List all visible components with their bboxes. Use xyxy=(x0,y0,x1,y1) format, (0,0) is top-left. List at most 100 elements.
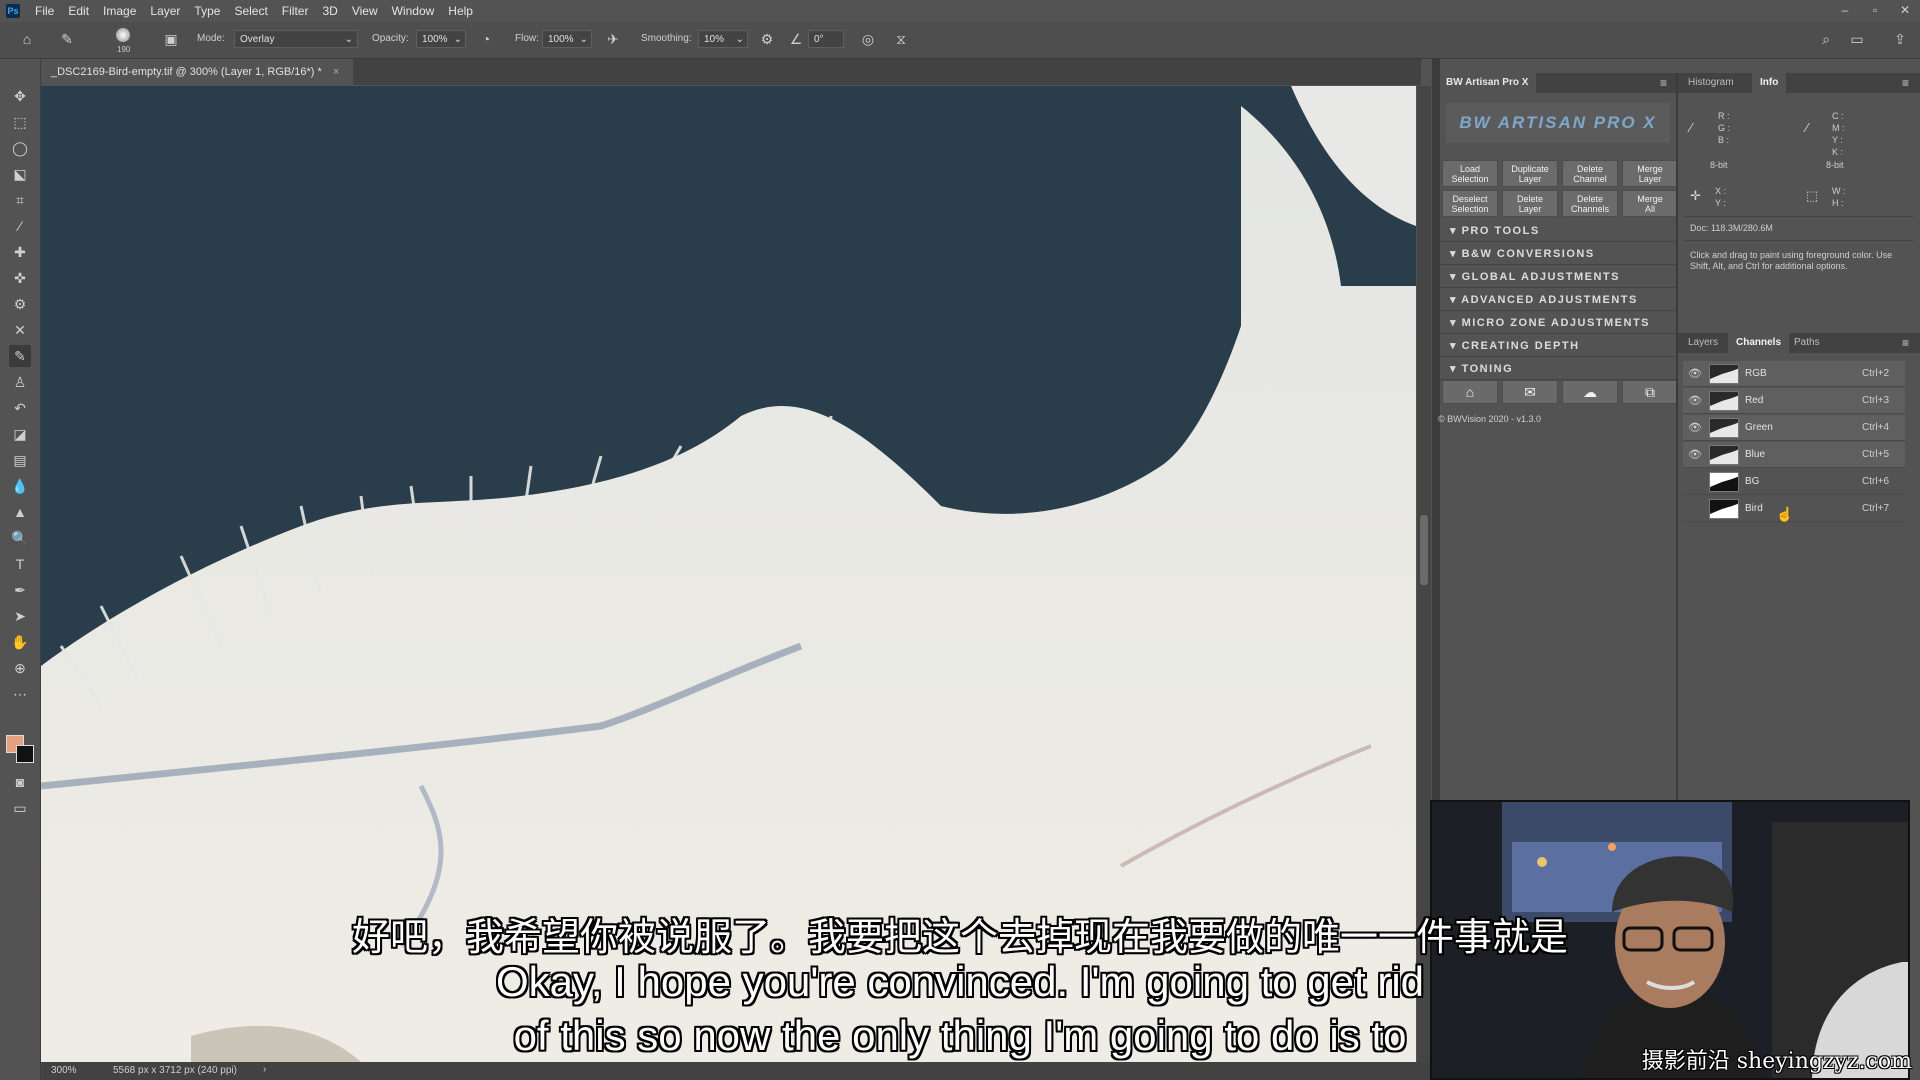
close-tab-icon[interactable]: × xyxy=(333,66,339,78)
close-button[interactable]: ✕ xyxy=(1890,0,1920,21)
screen-mode-icon[interactable]: ▭ xyxy=(9,797,31,819)
gradient-tool-icon[interactable]: ▤ xyxy=(9,449,31,471)
channel-row-bg[interactable]: BG Ctrl+6 xyxy=(1683,469,1905,495)
delete-channels-button[interactable]: Delete Channels xyxy=(1562,190,1618,217)
menu-window[interactable]: Window xyxy=(385,4,442,18)
menu-filter[interactable]: Filter xyxy=(275,4,316,18)
menu-help[interactable]: Help xyxy=(441,4,480,18)
brush-preset-icon[interactable]: ✎ xyxy=(58,30,76,48)
blur-tool-icon[interactable]: 💧 xyxy=(9,475,31,497)
spot-healing-tool-icon[interactable]: ✚ xyxy=(9,241,31,263)
airbrush-icon[interactable]: ✈ xyxy=(604,30,622,48)
history-brush-tool-icon[interactable]: ↶ xyxy=(9,397,31,419)
channel-row-blue[interactable]: 👁 Blue Ctrl+5 xyxy=(1683,442,1905,468)
deselect-selection-button[interactable]: Deselect Selection xyxy=(1442,190,1498,217)
crop-tool-icon[interactable]: ⌗ xyxy=(9,189,31,211)
zoom-level[interactable]: 300% xyxy=(51,1065,77,1076)
brush-tool-icon[interactable]: ✎ xyxy=(9,345,31,367)
panel-menu-icon[interactable]: ≡ xyxy=(1660,76,1667,90)
cloud-icon[interactable]: ☁ xyxy=(1562,380,1618,404)
document-tab[interactable]: _DSC2169-Bird-empty.tif @ 300% (Layer 1,… xyxy=(41,59,354,85)
search-icon[interactable]: ⌕ xyxy=(1817,30,1835,48)
tab-layers[interactable]: Layers xyxy=(1680,333,1726,353)
panel-menu-icon[interactable]: ≡ xyxy=(1902,336,1909,350)
tab-paths[interactable]: Paths xyxy=(1786,333,1828,353)
move-tool-icon[interactable]: ✥ xyxy=(9,85,31,107)
tab-bw-artisan[interactable]: BW Artisan Pro X xyxy=(1440,73,1536,93)
eye-icon[interactable]: 👁 xyxy=(1688,448,1702,461)
section-creating-depth[interactable]: ▾ CREATING DEPTH xyxy=(1440,336,1676,357)
menu-view[interactable]: View xyxy=(345,4,385,18)
eraser-tool-icon[interactable]: ◪ xyxy=(9,423,31,445)
background-color-swatch[interactable] xyxy=(16,745,34,763)
tab-info[interactable]: Info xyxy=(1752,73,1787,93)
path-select-tool-icon[interactable]: ➤ xyxy=(9,605,31,627)
menu-file[interactable]: File xyxy=(28,4,61,18)
section-pro-tools[interactable]: ▾ PRO TOOLS xyxy=(1440,221,1676,242)
share-icon[interactable]: ⇪ xyxy=(1891,30,1909,48)
tab-channels[interactable]: Channels xyxy=(1728,333,1790,353)
more-tools-icon[interactable]: ⋯ xyxy=(9,683,31,705)
section-micro-zone-adjustments[interactable]: ▾ MICRO ZONE ADJUSTMENTS xyxy=(1440,313,1676,334)
opacity-input[interactable]: 100% ⌄ xyxy=(416,30,466,48)
hand-tool-icon[interactable]: ✋ xyxy=(9,631,31,653)
home-icon[interactable]: ⌂ xyxy=(1442,380,1498,404)
menu-image[interactable]: Image xyxy=(96,4,143,18)
merge-all-button[interactable]: Merge All xyxy=(1622,190,1678,217)
dodge-tool-icon[interactable]: 🔍 xyxy=(9,527,31,549)
panel-menu-icon[interactable]: ≡ xyxy=(1902,76,1909,90)
menu-layer[interactable]: Layer xyxy=(143,4,187,18)
pressure-size-icon[interactable]: ◎ xyxy=(859,30,877,48)
clone-stamp-tool-icon[interactable]: ♙ xyxy=(9,371,31,393)
home-icon[interactable]: ⌂ xyxy=(18,30,36,48)
mail-icon[interactable]: ✉ xyxy=(1502,380,1558,404)
eye-icon[interactable]: 👁 xyxy=(1688,394,1702,407)
load-selection-button[interactable]: Load Selection xyxy=(1442,160,1498,187)
duplicate-layer-button[interactable]: Duplicate Layer xyxy=(1502,160,1558,187)
channel-row-bird[interactable]: Bird Ctrl+7 xyxy=(1683,496,1905,522)
channel-row-red[interactable]: 👁 Red Ctrl+3 xyxy=(1683,388,1905,414)
pen-tool-icon[interactable]: ✒ xyxy=(9,579,31,601)
channel-row-green[interactable]: 👁 Green Ctrl+4 xyxy=(1683,415,1905,441)
flow-input[interactable]: 100% ⌄ xyxy=(542,30,592,48)
channel-row-rgb[interactable]: 👁 RGB Ctrl+2 xyxy=(1683,361,1905,387)
tab-histogram[interactable]: Histogram xyxy=(1680,73,1742,93)
sharpen-tool-icon[interactable]: ▲ xyxy=(9,501,31,523)
marquee-tool-icon[interactable]: ⬚ xyxy=(9,111,31,133)
menu-3d[interactable]: 3D xyxy=(315,4,344,18)
brush-settings-icon[interactable]: ▣ xyxy=(162,30,180,48)
type-tool-icon[interactable]: T xyxy=(9,553,31,575)
export-icon[interactable]: ⧉ xyxy=(1622,380,1678,404)
patch-tool-icon[interactable]: ⚙ xyxy=(9,293,31,315)
restore-button[interactable]: ▫ xyxy=(1860,0,1890,21)
merge-layer-button[interactable]: Merge Layer xyxy=(1622,160,1678,187)
symmetry-icon[interactable]: ⧖ xyxy=(892,30,910,48)
quick-mask-icon[interactable]: ◙ xyxy=(9,771,31,793)
mode-select[interactable]: Overlay ⌄ xyxy=(234,30,358,48)
brush-tip-preview[interactable] xyxy=(116,28,130,42)
delete-channel-button[interactable]: Delete Channel xyxy=(1562,160,1618,187)
section-bw-conversions[interactable]: ▾ B&W CONVERSIONS xyxy=(1440,244,1676,265)
minimize-button[interactable]: – xyxy=(1830,0,1860,21)
menu-select[interactable]: Select xyxy=(227,4,274,18)
eyedropper-tool-icon[interactable]: ⁄ xyxy=(9,215,31,237)
delete-layer-button[interactable]: Delete Layer xyxy=(1502,190,1558,217)
menu-edit[interactable]: Edit xyxy=(61,4,96,18)
eye-icon[interactable]: 👁 xyxy=(1688,421,1702,434)
angle-input[interactable]: 0° xyxy=(808,30,844,48)
zoom-tool-icon[interactable]: ⊕ xyxy=(9,657,31,679)
scroll-thumb[interactable] xyxy=(1420,515,1428,585)
eye-icon[interactable]: 👁 xyxy=(1688,367,1702,380)
smoothing-input[interactable]: 10% ⌄ xyxy=(698,30,748,48)
lasso-tool-icon[interactable]: ◯ xyxy=(9,137,31,159)
healing-tool-icon[interactable]: ✜ xyxy=(9,267,31,289)
pressure-opacity-icon[interactable]: ◔ xyxy=(477,30,495,48)
object-select-tool-icon[interactable]: ⬕ xyxy=(9,163,31,185)
content-aware-move-icon[interactable]: ✕ xyxy=(9,319,31,341)
gear-icon[interactable]: ⚙ xyxy=(758,30,776,48)
section-toning[interactable]: ▾ TONING xyxy=(1440,359,1676,380)
workspace-icon[interactable]: ▭ xyxy=(1848,30,1866,48)
chevron-right-icon[interactable]: › xyxy=(263,1064,266,1075)
section-global-adjustments[interactable]: ▾ GLOBAL ADJUSTMENTS xyxy=(1440,267,1676,288)
section-advanced-adjustments[interactable]: ▾ ADVANCED ADJUSTMENTS xyxy=(1440,290,1676,311)
